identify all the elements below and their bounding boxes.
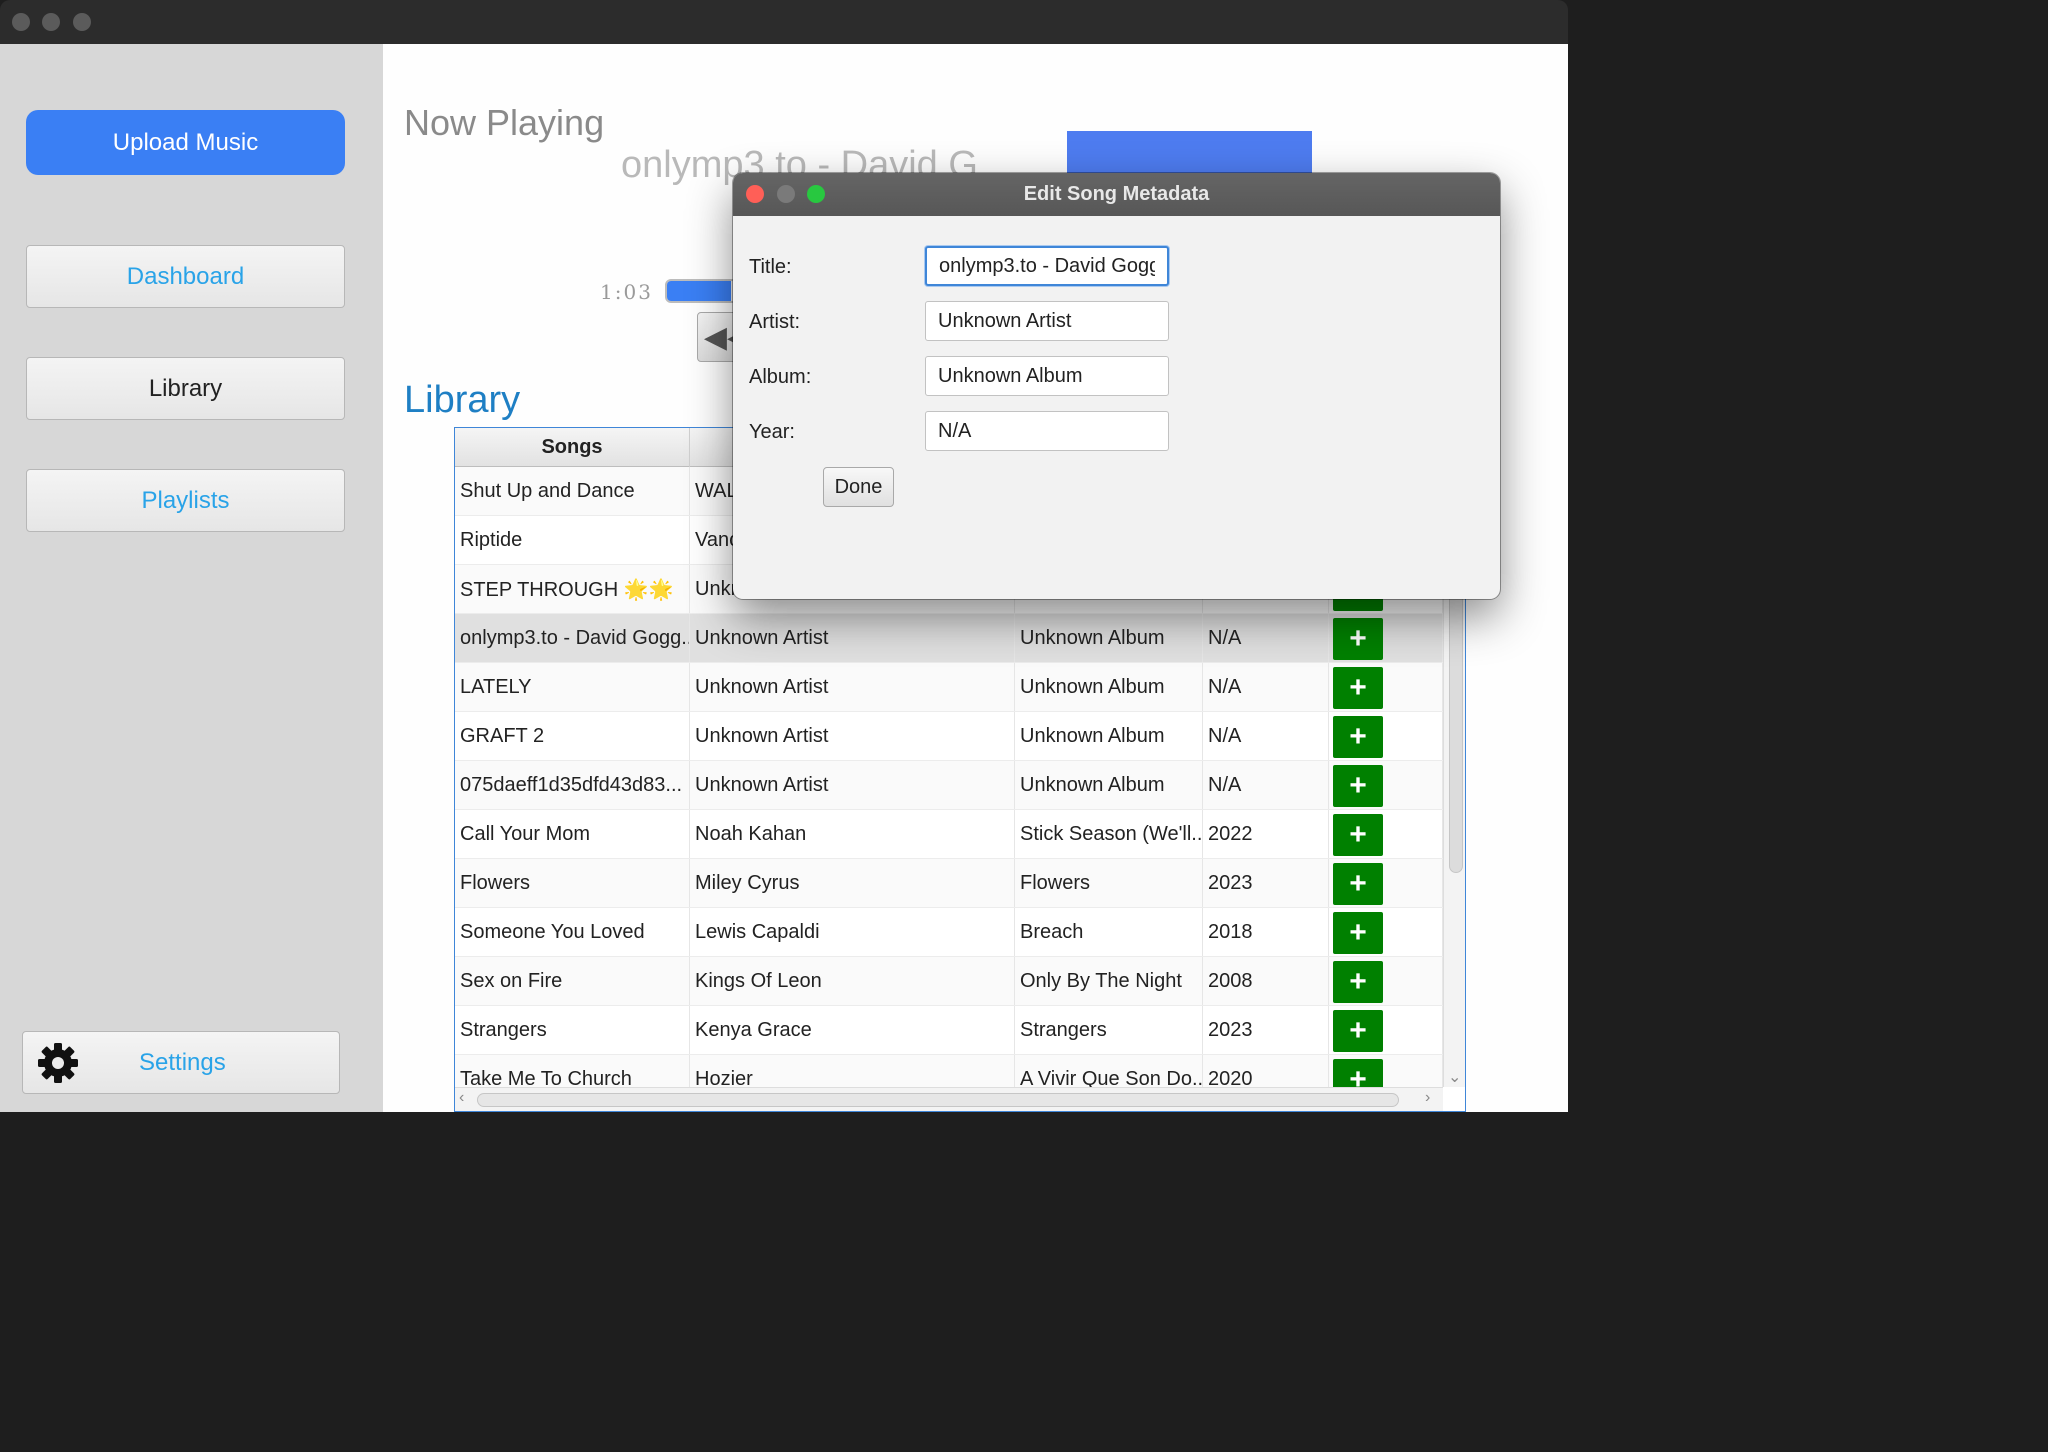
album-cell: Strangers (1015, 1006, 1203, 1054)
app-window: Upload Music Dashboard Library Playlists (0, 44, 1568, 1112)
window-zoom-button[interactable] (73, 13, 91, 31)
album-cell: Unknown Album (1015, 761, 1203, 809)
year-cell: N/A (1203, 614, 1329, 662)
horizontal-scrollbar[interactable]: ‹ › (455, 1087, 1443, 1111)
year-cell: N/A (1203, 663, 1329, 711)
table-row[interactable]: Flowers Miley Cyrus Flowers 2023 + (455, 859, 1443, 908)
album-field[interactable] (925, 356, 1169, 396)
now-playing-heading: Now Playing (404, 102, 605, 143)
artist-cell: Unknown Artist (690, 761, 1015, 809)
song-cell: Call Your Mom (455, 810, 690, 858)
song-cell: Someone You Loved (455, 908, 690, 956)
artist-cell: Unknown Artist (690, 712, 1015, 760)
window-title-bar (0, 0, 1568, 44)
library-heading: Library (404, 379, 521, 421)
add-to-playlist-button[interactable]: + (1333, 716, 1383, 758)
column-header-songs[interactable]: Songs (455, 428, 690, 467)
table-row[interactable]: onlymp3.to - David Gogg... Unknown Artist… (455, 614, 1443, 663)
dialog-title: Edit Song Metadata (1023, 183, 1210, 205)
album-cell: Unknown Album (1015, 712, 1203, 760)
window-close-button[interactable] (12, 13, 30, 31)
add-to-playlist-button[interactable]: + (1333, 765, 1383, 807)
table-row[interactable]: Call Your Mom Noah Kahan Stick Season (We'… (455, 810, 1443, 859)
dashboard-button[interactable]: Dashboard (26, 245, 345, 308)
artist-cell: Unknown Artist (690, 663, 1015, 711)
upload-music-button[interactable]: Upload Music (26, 110, 345, 175)
scroll-down-arrow-icon[interactable]: ⌄ (1448, 1067, 1461, 1087)
year-cell: 2022 (1203, 810, 1329, 858)
artist-cell: Miley Cyrus (690, 859, 1015, 907)
scroll-left-arrow-icon[interactable]: ‹ (459, 1089, 464, 1107)
window-minimize-button[interactable] (42, 13, 60, 31)
table-row[interactable]: Someone You Loved Lewis Capaldi Breach 2018… (455, 908, 1443, 957)
scroll-right-arrow-icon[interactable]: › (1425, 1089, 1430, 1107)
add-to-playlist-button[interactable]: + (1333, 814, 1383, 856)
song-cell: GRAFT 2 (455, 712, 690, 760)
table-row[interactable]: Sex on Fire Kings Of Leon Only By The Nigh… (455, 957, 1443, 1006)
add-to-playlist-button[interactable]: + (1333, 618, 1383, 660)
year-label: Year: (749, 421, 795, 443)
add-to-playlist-button[interactable]: + (1333, 961, 1383, 1003)
song-cell: Flowers (455, 859, 690, 907)
album-cell: Flowers (1015, 859, 1203, 907)
sidebar: Upload Music Dashboard Library Playlists (0, 44, 383, 1112)
gear-icon (38, 1043, 78, 1083)
title-field[interactable] (925, 246, 1169, 286)
song-cell: LATELY (455, 663, 690, 711)
table-row[interactable]: LATELY Unknown Artist Unknown Album N/A + (455, 663, 1443, 712)
song-cell: onlymp3.to - David Gogg... (455, 614, 690, 662)
album-label: Album: (749, 366, 812, 388)
year-cell: 2018 (1203, 908, 1329, 956)
artist-cell: Noah Kahan (690, 810, 1015, 858)
year-cell: 2023 (1203, 859, 1329, 907)
playlists-button[interactable]: Playlists (26, 469, 345, 532)
song-cell: STEP THROUGH 🌟🌟 (455, 565, 690, 613)
horizontal-scroll-thumb[interactable] (477, 1093, 1399, 1107)
artist-cell: Kenya Grace (690, 1006, 1015, 1054)
year-cell: N/A (1203, 761, 1329, 809)
add-to-playlist-button[interactable]: + (1333, 863, 1383, 905)
settings-button[interactable]: Settings (22, 1031, 340, 1094)
settings-label: Settings (139, 1048, 226, 1076)
year-cell: N/A (1203, 712, 1329, 760)
table-row[interactable]: GRAFT 2 Unknown Artist Unknown Album N/A + (455, 712, 1443, 761)
artist-label: Artist: (749, 311, 801, 333)
library-button[interactable]: Library (26, 357, 345, 420)
year-field[interactable] (925, 411, 1169, 451)
song-cell: Strangers (455, 1006, 690, 1054)
add-to-playlist-button[interactable]: + (1333, 1010, 1383, 1052)
artist-field[interactable] (925, 301, 1169, 341)
album-cell: Stick Season (We'll... (1015, 810, 1203, 858)
add-to-playlist-button[interactable]: + (1333, 912, 1383, 954)
dialog-title-bar: Edit Song Metadata (733, 173, 1500, 216)
song-cell: 075daeff1d35dfd43d83... (455, 761, 690, 809)
elapsed-time: 1:03 (600, 280, 653, 304)
song-cell: Shut Up and Dance (455, 467, 690, 515)
song-cell: Riptide (455, 516, 690, 564)
album-cell: Unknown Album (1015, 663, 1203, 711)
done-button[interactable]: Done (823, 467, 894, 507)
table-row[interactable]: 075daeff1d35dfd43d83... Unknown Artist Unk… (455, 761, 1443, 810)
table-row[interactable]: Strangers Kenya Grace Strangers 2023 + (455, 1006, 1443, 1055)
album-cell: Unknown Album (1015, 614, 1203, 662)
album-cell: Only By The Night (1015, 957, 1203, 1005)
artist-cell: Unknown Artist (690, 614, 1015, 662)
title-label: Title: (749, 256, 792, 278)
add-to-playlist-button[interactable]: + (1333, 667, 1383, 709)
album-cell: Breach (1015, 908, 1203, 956)
song-cell: Sex on Fire (455, 957, 690, 1005)
progress-fill (667, 281, 731, 301)
artist-cell: Kings Of Leon (690, 957, 1015, 1005)
year-cell: 2023 (1203, 1006, 1329, 1054)
edit-metadata-dialog: Edit Song Metadata Title: Artist: Album:… (733, 173, 1500, 599)
artist-cell: Lewis Capaldi (690, 908, 1015, 956)
year-cell: 2008 (1203, 957, 1329, 1005)
